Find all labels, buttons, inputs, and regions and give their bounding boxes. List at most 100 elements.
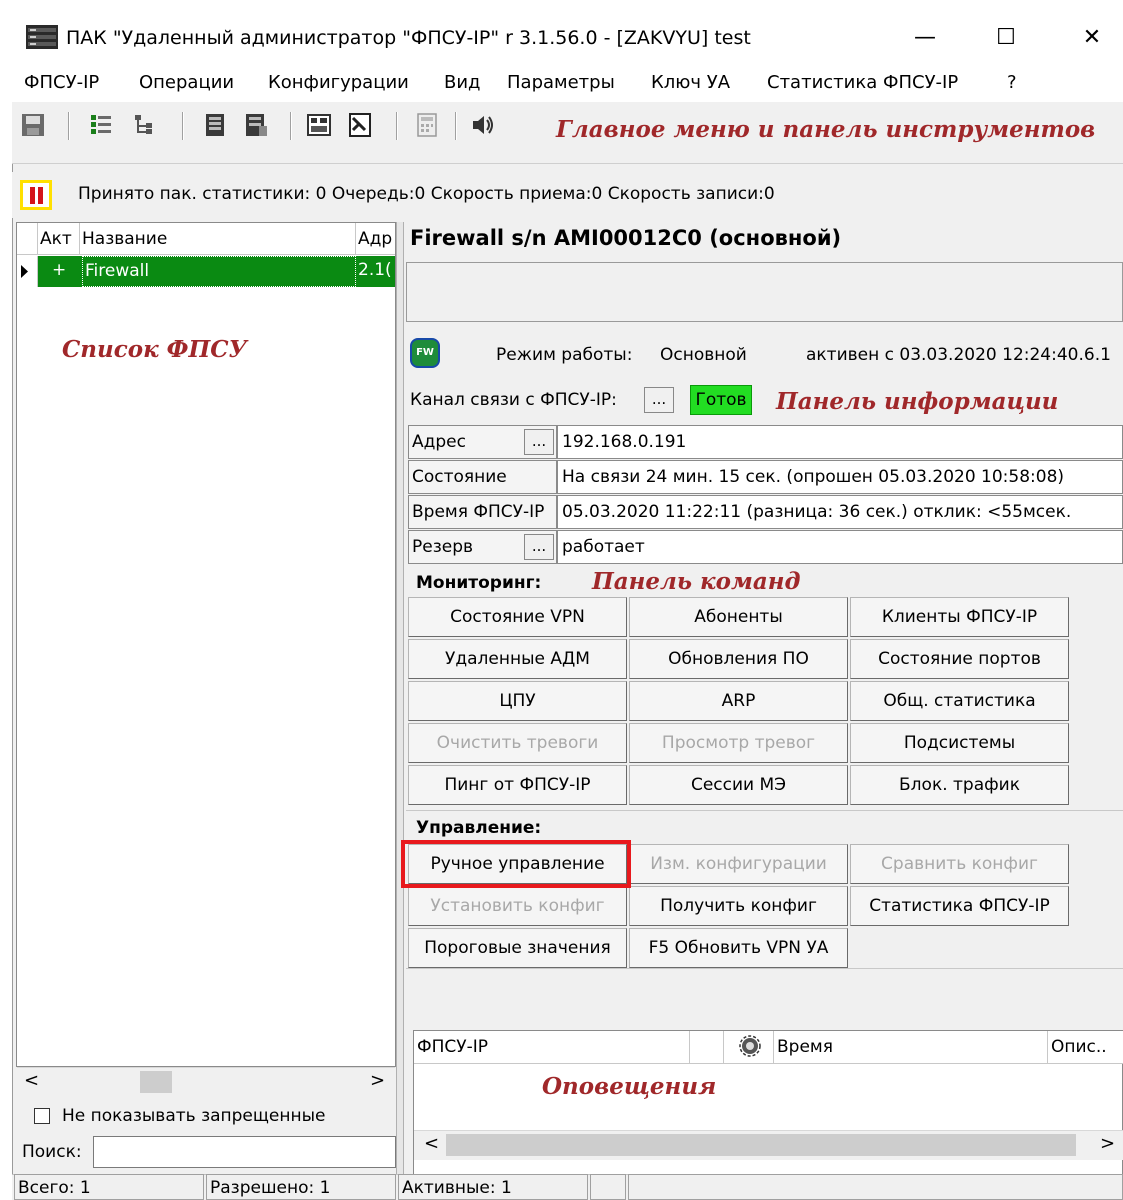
tree-view-icon[interactable] (132, 112, 158, 138)
address-value: 192.168.0.191 (557, 425, 1123, 459)
column-address[interactable]: Адр (356, 223, 395, 255)
minimize-button[interactable]: — (901, 18, 949, 58)
maximize-button[interactable]: ☐ (982, 18, 1030, 58)
subscribers-button[interactable]: Абоненты (629, 597, 848, 637)
refresh-vpn-button[interactable]: F5 Обновить VPN УА (629, 928, 848, 968)
column-indicator (17, 223, 38, 255)
menu-fpsu[interactable]: ФПСУ-IP (24, 72, 99, 93)
column-description[interactable]: Опис.. (1048, 1031, 1123, 1063)
scroll-thumb[interactable] (140, 1071, 172, 1093)
panel-splitter[interactable] (396, 222, 404, 1174)
column-time[interactable]: Время (774, 1031, 1048, 1063)
subsystems-button[interactable]: Подсистемы (850, 723, 1069, 763)
menu-configurations[interactable]: Конфигурации (268, 72, 409, 93)
table-row[interactable]: + Firewall 2.1( (38, 256, 395, 287)
calculator-icon[interactable] (414, 112, 440, 138)
channel-label: Канал связи с ФПСУ-IP: (410, 390, 617, 410)
toolbar-separator (290, 112, 292, 140)
time-value: 05.03.2020 11:22:11 (разница: 36 сек.) о… (557, 495, 1123, 529)
column-name[interactable]: Название (80, 223, 356, 255)
scroll-left-arrow[interactable]: < (24, 1070, 39, 1091)
notifications-annotation: Оповещения (542, 1073, 717, 1100)
pause-icon[interactable] (20, 180, 52, 210)
sound-icon[interactable] (470, 112, 496, 138)
compare-config-button[interactable]: Сравнить конфиг (850, 844, 1069, 884)
ping-button[interactable]: Пинг от ФПСУ-IP (408, 765, 627, 805)
list-view-icon[interactable] (88, 112, 114, 138)
reserve-edit-button[interactable]: ... (524, 534, 554, 560)
toolbar-separator (396, 112, 398, 140)
general-stats-button[interactable]: Общ. статистика (850, 681, 1069, 721)
channel-settings-button[interactable]: ... (644, 387, 674, 413)
column-flag[interactable] (690, 1031, 724, 1063)
toolbar-separator (68, 112, 70, 140)
scroll-left-arrow[interactable]: < (424, 1133, 439, 1154)
menu-help[interactable]: ? (1007, 72, 1017, 93)
active-since: активен с 03.03.2020 12:24:40.6.1 (806, 345, 1111, 365)
menu-ua-key[interactable]: Ключ УА (651, 72, 730, 93)
address-label-text: Адрес (412, 432, 466, 452)
row-active: + (52, 260, 67, 280)
reserve-value: работает (557, 530, 1123, 564)
status-total: Всего: 1 (14, 1174, 204, 1200)
reserve-label-text: Резерв (412, 537, 474, 557)
divider (406, 968, 1123, 969)
firewall-sessions-button[interactable]: Сессии МЭ (629, 765, 848, 805)
scroll-thumb[interactable] (446, 1134, 1076, 1156)
current-row-arrow-icon (21, 265, 28, 278)
status-active: Активные: 1 (398, 1174, 588, 1200)
menu-operations[interactable]: Операции (139, 72, 234, 93)
divider (406, 810, 1123, 811)
save-icon[interactable] (20, 112, 46, 138)
control-label: Управление: (416, 818, 542, 838)
device-description-box (406, 262, 1123, 322)
get-config-button[interactable]: Получить конфиг (629, 886, 848, 926)
view-alarms-button[interactable]: Просмотр тревог (629, 723, 848, 763)
monitoring-label: Мониторинг: (416, 573, 542, 593)
mode-value: Основной (660, 345, 747, 365)
fpsu-clients-button[interactable]: Клиенты ФПСУ-IP (850, 597, 1069, 637)
search-input[interactable] (93, 1136, 396, 1168)
stats-text: Принято пак. статистики: 0 Очередь:0 Ско… (78, 184, 775, 204)
fpsu-list-annotation: Список ФПСУ (62, 336, 248, 363)
hide-forbidden-label: Не показывать запрещенные (62, 1106, 326, 1126)
install-config-button[interactable]: Установить конфиг (408, 886, 627, 926)
clear-alarms-button[interactable]: Очистить тревоги (408, 723, 627, 763)
state-value: На связи 24 мин. 15 сек. (опрошен 05.03.… (557, 460, 1123, 494)
firewall-icon: FW (410, 338, 440, 368)
vpn-state-button[interactable]: Состояние VPN (408, 597, 627, 637)
fpsu-statistics-button[interactable]: Статистика ФПСУ-IP (850, 886, 1069, 926)
address-edit-button[interactable]: ... (524, 429, 554, 455)
software-updates-button[interactable]: Обновления ПО (629, 639, 848, 679)
arp-button[interactable]: ARP (629, 681, 848, 721)
scroll-right-arrow[interactable]: > (1100, 1133, 1115, 1154)
close-button[interactable]: ✕ (1068, 18, 1116, 58)
cpu-button[interactable]: ЦПУ (408, 681, 627, 721)
change-config-button[interactable]: Изм. конфигурации (629, 844, 848, 884)
hide-forbidden-checkbox[interactable] (34, 1108, 50, 1124)
status-empty-cell (590, 1174, 626, 1200)
thresholds-button[interactable]: Пороговые значения (408, 928, 627, 968)
toolbar-annotation: Главное меню и панель инструментов (556, 116, 1096, 143)
time-label: Время ФПСУ-IP (408, 495, 557, 529)
device-icon[interactable] (202, 112, 228, 138)
ports-state-button[interactable]: Состояние портов (850, 639, 1069, 679)
search-label: Поиск: (22, 1142, 82, 1162)
remote-adm-button[interactable]: Удаленные АДМ (408, 639, 627, 679)
menu-parameters[interactable]: Параметры (507, 72, 615, 93)
menu-statistics[interactable]: Статистика ФПСУ-IP (767, 72, 958, 93)
config-icon[interactable] (306, 112, 332, 138)
column-fpsu[interactable]: ФПСУ-IP (414, 1031, 690, 1063)
document-icon[interactable] (347, 112, 373, 138)
app-icon (26, 25, 58, 49)
window-title: ПАК "Удаленный администратор "ФПСУ-IP" r… (66, 27, 751, 49)
column-active[interactable]: Акт (38, 223, 80, 255)
menu-view[interactable]: Вид (444, 72, 481, 93)
column-status[interactable] (724, 1031, 774, 1063)
commands-annotation: Панель команд (592, 568, 801, 595)
toolbar-separator (455, 112, 457, 140)
device-config-icon[interactable] (243, 112, 269, 138)
scroll-right-arrow[interactable]: > (370, 1070, 385, 1091)
list-hscrollbar[interactable] (17, 1067, 395, 1097)
blocked-traffic-button[interactable]: Блок. трафик (850, 765, 1069, 805)
